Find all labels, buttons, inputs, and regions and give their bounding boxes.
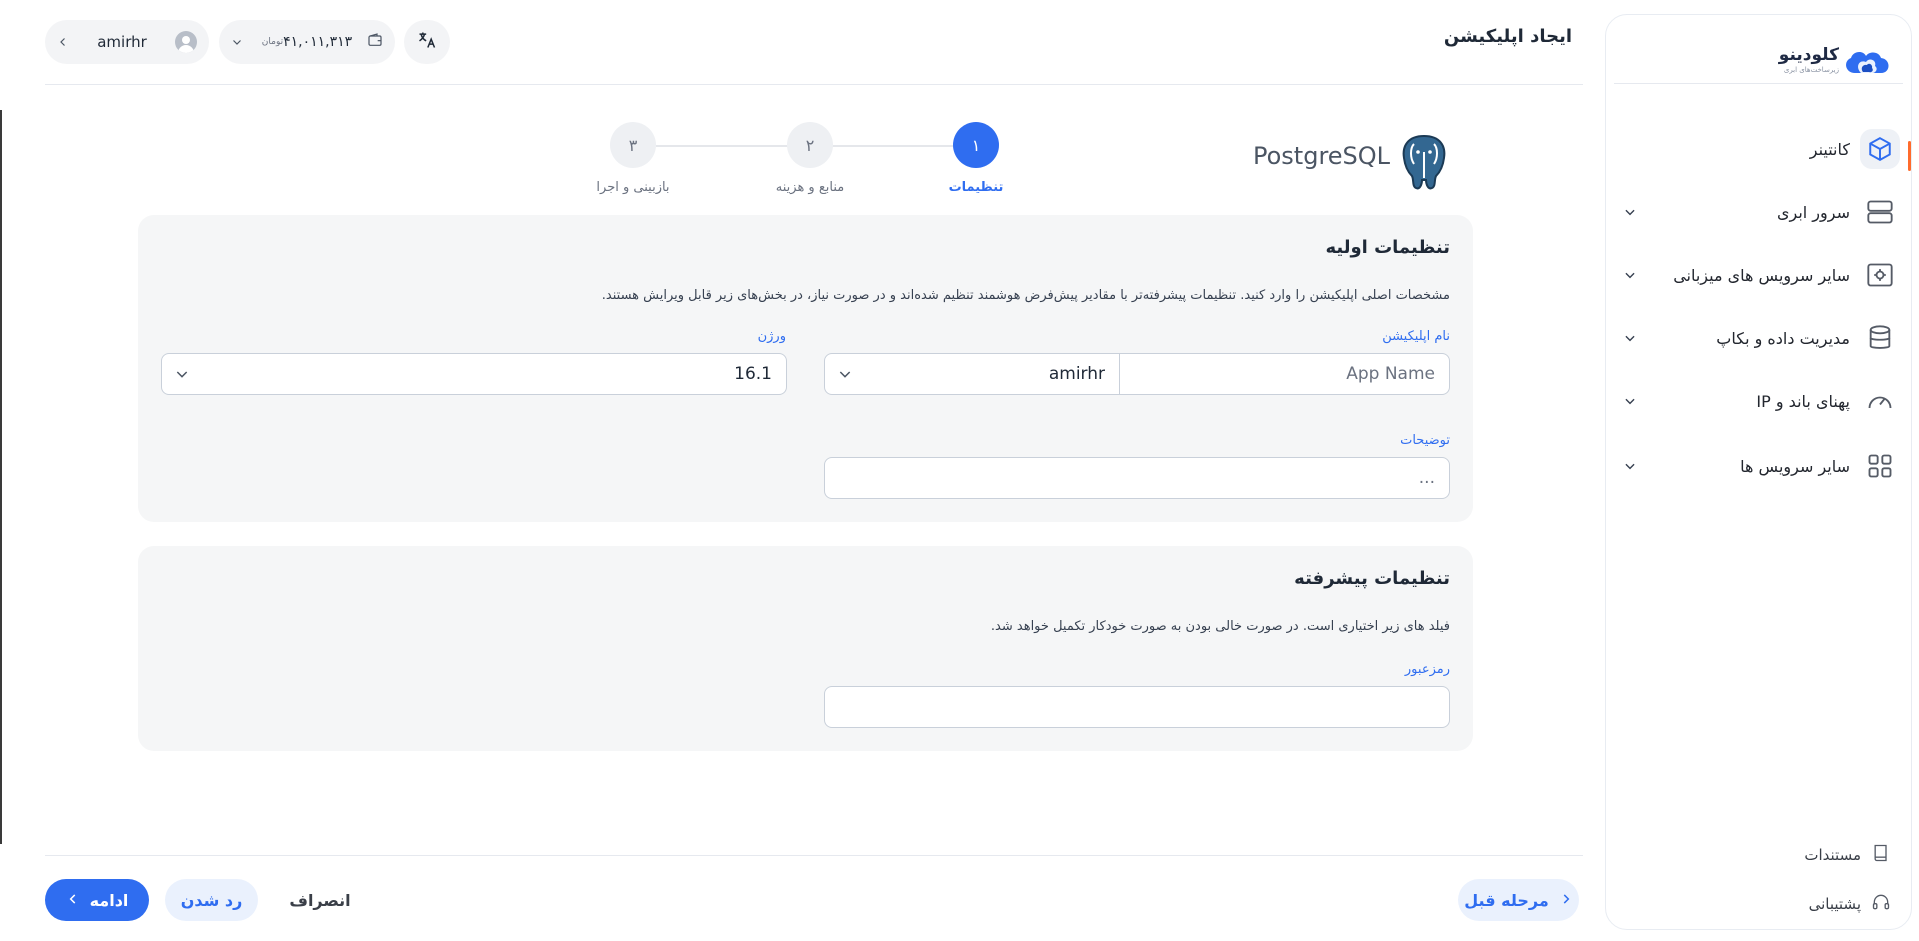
app-name-label: نام اپلیکیشن [1382, 329, 1450, 344]
step-2-label: منابع و هزینه [775, 180, 845, 195]
chevron-left-icon[interactable] [57, 33, 69, 52]
cloud-logo-icon [1846, 52, 1889, 74]
chevron-down-icon[interactable] [1620, 331, 1640, 345]
version-value: 16.1 [734, 364, 772, 384]
headset-icon [1871, 892, 1891, 916]
grid-icon [1860, 446, 1900, 486]
sidebar-item-bandwidth-ip[interactable]: پهنای باند و IP [1620, 378, 1900, 424]
database-icon [1860, 318, 1900, 358]
header-divider [45, 84, 1583, 85]
language-toggle[interactable] [404, 20, 450, 64]
support-label: پشتیبانی [1808, 895, 1861, 913]
page-title: ایجاد اپلیکیشن [1443, 26, 1572, 47]
sidebar-item-label: پهنای باند و IP [1756, 391, 1850, 411]
chevron-down-icon[interactable] [825, 366, 865, 382]
step-3-circle[interactable]: ۳ [610, 122, 656, 168]
wallet-unit: تومان [261, 37, 284, 47]
stepper-connector [656, 145, 800, 147]
continue-label: ادامه [89, 890, 129, 910]
window-edge [0, 110, 2, 844]
cube-icon [1860, 129, 1900, 169]
sidebar-divider [1614, 83, 1903, 84]
chevron-right-icon [1559, 891, 1573, 910]
previous-step-label: مرحله قبل [1464, 890, 1549, 910]
docs-label: مستندات [1804, 846, 1861, 864]
translate-icon [417, 30, 437, 54]
chevron-down-icon[interactable] [1620, 268, 1640, 282]
version-label: ورژن [757, 329, 786, 344]
username: amirhr [97, 33, 147, 51]
basic-settings-desc: مشخصات اصلی اپلیکیشن را وارد کنید. تنظیم… [601, 288, 1450, 303]
sidebar-support-link[interactable]: پشتیبانی [1809, 892, 1891, 916]
step-1-label: تنظیمات [948, 180, 1004, 195]
chevron-down-icon[interactable] [231, 33, 243, 52]
book-icon [1871, 843, 1891, 867]
avatar [175, 31, 197, 53]
chevron-down-icon[interactable] [162, 366, 202, 382]
user-menu[interactable]: amirhr [45, 20, 209, 64]
wallet-icon [367, 32, 383, 52]
previous-step-button[interactable]: مرحله قبل [1458, 879, 1579, 921]
app-name: PostgreSQL [1253, 142, 1391, 170]
wallet-amount: ۴۱,۰۱۱,۳۱۳ [283, 34, 353, 50]
footer-divider [45, 855, 1583, 856]
sidebar: کلودینو زیرساخت‌های ابری کانتینر سرور اب… [1605, 14, 1912, 930]
sidebar-item-cloud-server[interactable]: سرور ابری [1620, 189, 1900, 235]
sidebar-item-label: سایر سرویس های میزبانی [1673, 265, 1850, 285]
chevron-down-icon[interactable] [1620, 205, 1640, 219]
password-label: رمزعبور [1404, 662, 1450, 677]
app-name-field: amirhr [824, 353, 1450, 395]
chevron-down-icon[interactable] [1620, 459, 1640, 473]
sidebar-item-label: مدیریت داده و بکاپ [1716, 328, 1850, 348]
step-2-circle[interactable]: ۲ [787, 122, 833, 168]
advanced-settings-card: تنظیمات پیشرفته فیلد های زیر اختیاری است… [138, 546, 1473, 751]
step-3-label: بازبینی و اجرا [596, 180, 670, 195]
step-1-circle[interactable]: ۱ [953, 122, 999, 168]
description-input[interactable] [825, 458, 1449, 498]
basic-settings-card: تنظیمات اولیه مشخصات اصلی اپلیکیشن را وا… [138, 215, 1473, 522]
sidebar-item-other-services[interactable]: سایر سرویس ها [1620, 443, 1900, 489]
version-select[interactable]: 16.1 [161, 353, 787, 395]
advanced-settings-desc: فیلد های زیر اختیاری است. در صورت خالی ب… [990, 619, 1450, 634]
active-indicator [1908, 141, 1911, 171]
skip-button[interactable]: رد شدن [165, 879, 258, 921]
basic-settings-title: تنظیمات اولیه [1325, 237, 1450, 258]
postgresql-elephant-icon [1396, 132, 1452, 192]
app-name-input[interactable] [1120, 354, 1449, 394]
sidebar-item-data-backup[interactable]: مدیریت داده و بکاپ [1620, 315, 1900, 361]
wallet-balance[interactable]: تومان ۴۱,۰۱۱,۳۱۳ [219, 20, 395, 64]
advanced-settings-title: تنظیمات پیشرفته [1294, 568, 1450, 589]
sidebar-item-label: سرور ابری [1776, 202, 1850, 222]
chevron-left-icon [66, 891, 80, 910]
server-gear-icon [1860, 255, 1900, 295]
continue-button[interactable]: ادامه [45, 879, 149, 921]
logo[interactable]: کلودینو زیرساخت‌های ابری [1621, 29, 1901, 85]
sidebar-docs-link[interactable]: مستندات [1804, 843, 1891, 867]
speedometer-icon [1860, 381, 1900, 421]
sidebar-item-hosting-services[interactable]: سایر سرویس های میزبانی [1620, 252, 1900, 298]
cancel-button[interactable]: انصراف [278, 879, 362, 921]
sidebar-item-container[interactable]: کانتینر [1620, 126, 1900, 172]
logo-tagline: زیرساخت‌های ابری [1783, 66, 1839, 74]
password-field[interactable] [824, 686, 1450, 728]
server-icon [1860, 192, 1900, 232]
description-label: توضیحات [1400, 433, 1450, 448]
password-input[interactable] [825, 687, 1449, 727]
description-field[interactable] [824, 457, 1450, 499]
chevron-down-icon[interactable] [1620, 394, 1640, 408]
sidebar-item-label: سایر سرویس ها [1740, 456, 1850, 476]
logo-text: کلودینو [1778, 45, 1839, 65]
sidebar-item-label: کانتینر [1809, 139, 1850, 159]
owner-select[interactable]: amirhr [865, 364, 1119, 384]
